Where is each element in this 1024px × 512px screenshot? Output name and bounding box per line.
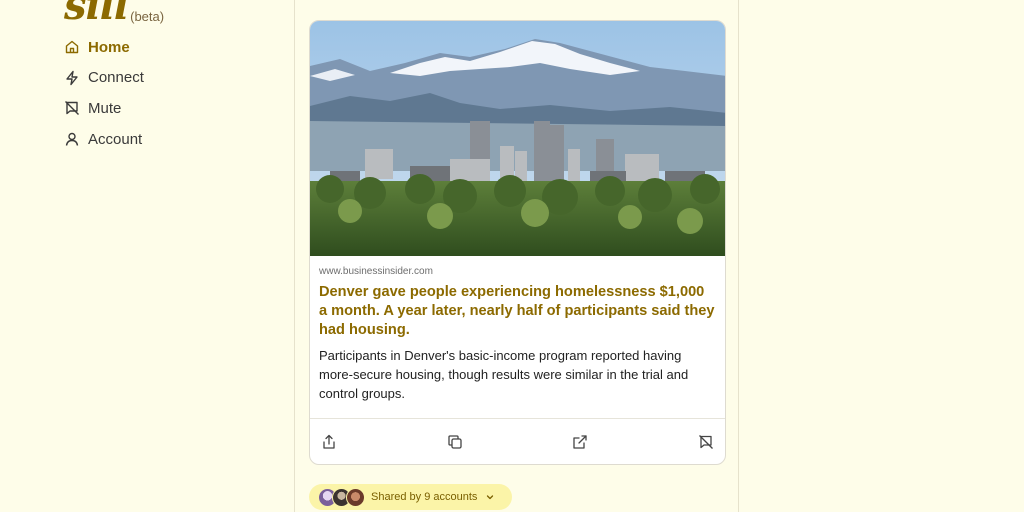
nav-item-connect[interactable]: Connect — [64, 63, 144, 93]
nav-item-account[interactable]: Account — [64, 124, 144, 154]
shared-by-button[interactable]: Shared by 9 accounts — [309, 484, 512, 510]
logo[interactable]: sill (beta) — [64, 0, 164, 26]
article-description: Participants in Denver's basic-income pr… — [319, 348, 689, 401]
nav-label-connect: Connect — [88, 69, 144, 87]
card-actions — [310, 418, 725, 464]
share-icon[interactable] — [321, 434, 337, 450]
shared-by-label: Shared by 9 accounts — [371, 491, 478, 503]
beta-tag: (beta) — [130, 9, 165, 24]
open-external-icon[interactable] — [572, 434, 588, 450]
brand-name: sill — [64, 0, 129, 29]
nav-label-home: Home — [88, 38, 130, 56]
user-icon — [64, 131, 80, 147]
nav-item-home[interactable]: Home — [64, 32, 144, 62]
mute-icon[interactable] — [698, 434, 714, 450]
chevron-down-icon — [487, 495, 494, 500]
link-post-card[interactable]: www.businessinsider.com Denver gave peop… — [309, 20, 726, 465]
nav-item-mute[interactable]: Mute — [64, 93, 144, 123]
copy-icon[interactable] — [447, 434, 463, 450]
mute-icon — [64, 100, 80, 116]
home-icon — [64, 39, 80, 55]
avatar — [346, 487, 365, 507]
article-headline[interactable]: Denver gave people experiencing homeless… — [319, 283, 716, 340]
sidebar-nav: Home Connect Mute Account — [64, 32, 144, 155]
article-image[interactable] — [310, 21, 726, 256]
avatar-stack — [318, 487, 365, 507]
nav-label-account: Account — [88, 130, 143, 148]
card-body: www.businessinsider.com Denver gave peop… — [310, 256, 725, 403]
feed-column: www.businessinsider.com Denver gave peop… — [294, 0, 739, 512]
lightning-icon — [64, 70, 80, 86]
link-domain: www.businessinsider.com — [319, 266, 433, 277]
nav-label-mute: Mute — [88, 99, 122, 117]
